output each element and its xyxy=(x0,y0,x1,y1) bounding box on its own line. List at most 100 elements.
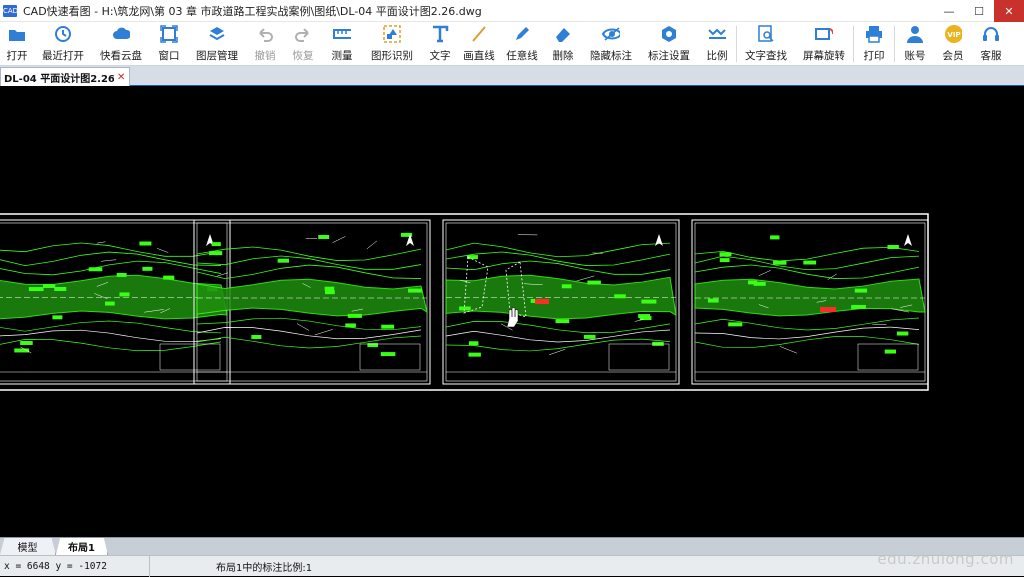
road-band xyxy=(197,279,427,316)
status-bar: x = 6648 y = -1072 布局1中的标注比例:1 xyxy=(0,555,1024,576)
toolbar-button-label: 图形识别 xyxy=(371,48,413,63)
toolbar-button-21[interactable]: 客服 xyxy=(971,22,1011,66)
toolbar-button-label: 会员 xyxy=(943,48,964,63)
leader-line xyxy=(549,349,565,355)
road-edge-line xyxy=(0,261,221,275)
toolbar-button-label: 标注设置 xyxy=(648,48,690,63)
toolbar-button-label: 文字查找 xyxy=(745,48,787,63)
drawing-sheets xyxy=(0,87,1024,537)
road-edge-line xyxy=(446,339,670,351)
toolbar-button-4[interactable]: 图层管理 xyxy=(188,22,246,66)
title-bar: CAD CAD快速看图 - H:\筑龙网\第 03 章 市政道路工程实战案例\图… xyxy=(0,0,1024,22)
app-logo-icon: CAD xyxy=(3,5,17,17)
minimize-button[interactable]: — xyxy=(934,0,964,22)
svg-text:VIP: VIP xyxy=(947,31,960,39)
annotation-settings-icon xyxy=(660,25,678,43)
toolbar-button-label: 图层管理 xyxy=(196,48,238,63)
notes-table xyxy=(160,344,220,370)
leader-line xyxy=(297,324,309,331)
annotation-tag xyxy=(803,261,816,265)
annotation-tag xyxy=(641,300,656,304)
leader-line xyxy=(576,276,594,281)
toolbar-button-14[interactable]: 标注设置 xyxy=(640,22,698,66)
toolbar-button-label: 隐藏标注 xyxy=(590,48,632,63)
toolbar-button-label: 屏幕旋转 xyxy=(803,48,845,63)
toolbar-button-0[interactable]: 打开 xyxy=(0,22,34,66)
annotation-tag xyxy=(587,281,601,285)
document-tab[interactable]: DL-04 平面设计图2.26 ✕ xyxy=(0,67,130,86)
toolbar-button-17[interactable]: 屏幕旋转 xyxy=(795,22,853,66)
road-edge-line xyxy=(446,330,670,342)
road-edge-line xyxy=(197,336,421,348)
toolbar-button-2[interactable]: 快看云盘 xyxy=(92,22,150,66)
layers-icon xyxy=(208,25,226,43)
toolbar-button-19[interactable]: 账号 xyxy=(895,22,935,66)
road-edge-line xyxy=(0,330,221,342)
annotation-tag xyxy=(325,290,335,294)
toolbar-button-label: 任意线 xyxy=(506,48,538,63)
toolbar-button-20[interactable]: VIP 会员 xyxy=(935,22,971,66)
annotation-tag xyxy=(720,252,732,256)
tab-model[interactable]: 模型 xyxy=(0,538,56,555)
drawing-canvas[interactable] xyxy=(0,87,1024,537)
toolbar-button-label: 删除 xyxy=(553,48,574,63)
printer-icon xyxy=(865,25,883,43)
layout-tab-bar: 模型 布局1 xyxy=(0,537,1024,555)
annotation-tag xyxy=(119,292,129,296)
toolbar-button-6[interactable]: 恢复 xyxy=(284,22,322,66)
close-tab-icon[interactable]: ✕ xyxy=(117,72,125,83)
leader-line xyxy=(97,242,106,243)
toolbar-button-7[interactable]: 测量 xyxy=(322,22,362,66)
toolbar-button-8[interactable]: 图形识别 xyxy=(362,22,422,66)
annotation-tag xyxy=(325,287,335,291)
annotation-tag xyxy=(318,235,329,239)
tab-layout1[interactable]: 布局1 xyxy=(56,538,108,555)
annotation-tag xyxy=(278,259,289,263)
leader-line xyxy=(333,236,346,242)
close-button[interactable]: ✕ xyxy=(994,0,1024,22)
toolbar-button-label: 恢复 xyxy=(293,48,314,63)
toolbar-button-10[interactable]: 画直线 xyxy=(458,22,500,66)
toolbar-button-label: 客服 xyxy=(981,48,1002,63)
annotation-tag xyxy=(54,287,66,291)
annotation-tag xyxy=(469,341,478,345)
north-arrow-icon xyxy=(655,234,663,246)
line-icon xyxy=(470,25,488,43)
toolbar-button-15[interactable]: 比例 xyxy=(698,22,736,66)
toolbar-button-5[interactable]: 撤销 xyxy=(246,22,284,66)
annotation-tag xyxy=(209,251,222,255)
toolbar-button-16[interactable]: 文字查找 xyxy=(737,22,795,66)
road-edge-line xyxy=(197,327,421,338)
window-icon xyxy=(160,25,178,43)
maximize-button[interactable]: ☐ xyxy=(964,0,994,22)
annotation-tag xyxy=(855,289,867,293)
annotation-tag xyxy=(728,322,742,326)
toolbar-button-3[interactable]: 窗口 xyxy=(150,22,188,66)
annotation-scale-text: 布局1中的标注比例:1 xyxy=(216,559,312,574)
annotation-tag xyxy=(614,294,626,298)
toolbar-button-label: 文字 xyxy=(430,48,451,63)
toolbar-button-label: 打开 xyxy=(7,48,28,63)
toolbar-button-12[interactable]: 删除 xyxy=(544,22,582,66)
watermark: edu.zhulong.com xyxy=(877,550,1014,568)
road-band xyxy=(695,279,925,316)
red-mark xyxy=(820,307,836,312)
undo-icon xyxy=(256,25,274,43)
annotation-tag xyxy=(748,280,757,284)
toolbar-button-9[interactable]: 文字 xyxy=(422,22,458,66)
toolbar-button-18[interactable]: 打印 xyxy=(854,22,894,66)
cad-viewer-window: CAD CAD快速看图 - H:\筑龙网\第 03 章 市政道路工程实战案例\图… xyxy=(0,0,1024,576)
eye-icon xyxy=(602,25,620,43)
toolbar-button-13[interactable]: 隐藏标注 xyxy=(582,22,640,66)
annotation-tag xyxy=(29,287,44,291)
annotation-tag xyxy=(459,306,471,310)
annotation-tag xyxy=(163,276,174,280)
road-edge-line xyxy=(0,243,221,256)
leader-line xyxy=(101,260,116,262)
leader-line xyxy=(635,319,644,321)
toolbar-button-1[interactable]: 最近打开 xyxy=(34,22,92,66)
headset-icon xyxy=(982,25,1000,43)
cloud-icon xyxy=(112,25,130,43)
annotation-tag xyxy=(251,335,261,339)
toolbar-button-11[interactable]: 任意线 xyxy=(500,22,544,66)
